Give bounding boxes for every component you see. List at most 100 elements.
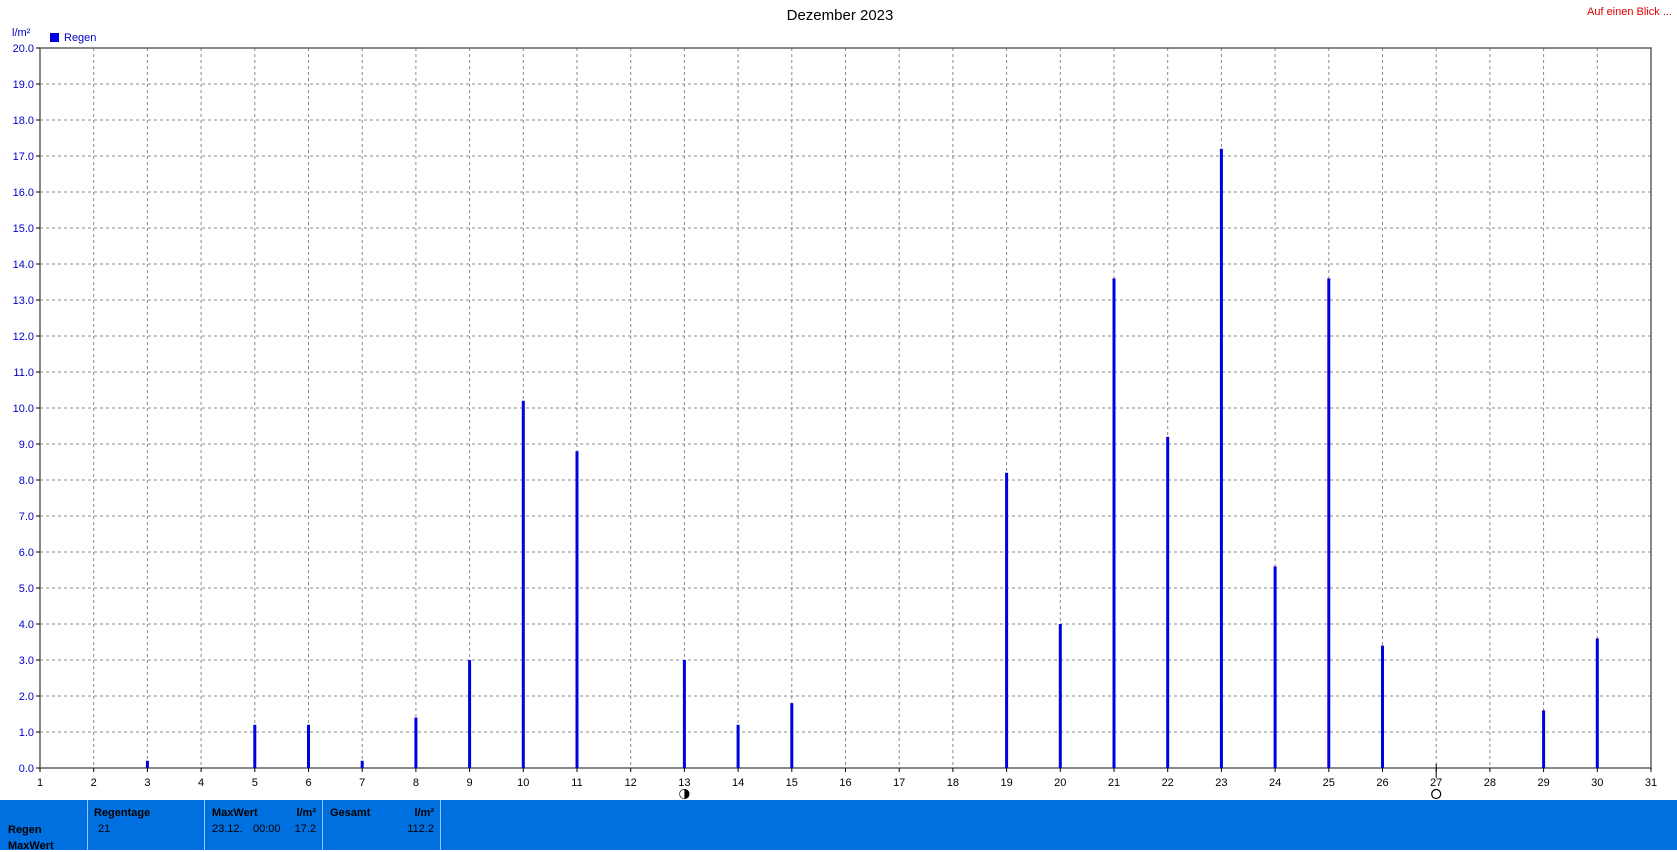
row-labels-cell: Regen MaxWert <box>0 800 88 852</box>
rain-bar-day-9 <box>468 660 472 768</box>
row-label-regen: Regen <box>8 824 42 836</box>
x-tick-label: 17 <box>893 777 905 789</box>
x-tick-label: 12 <box>625 777 637 789</box>
x-tick-label: 5 <box>252 777 258 789</box>
maxwert-cell: MaxWert l/m² 23.12. 00:00 17.2 <box>205 800 323 850</box>
row-label-maxwert: MaxWert <box>8 840 54 852</box>
rain-bar-day-6 <box>307 724 310 768</box>
x-tick-label: 6 <box>305 777 311 789</box>
x-tick-label: 9 <box>467 777 473 789</box>
rain-chart: Dezember 2023 l/m² Regen Auf einen Blick… <box>12 6 1672 800</box>
y-tick-label: 10.0 <box>13 403 34 415</box>
rain-bar-day-23 <box>1219 148 1223 769</box>
x-tick-label: 30 <box>1591 777 1603 789</box>
x-tick-label: 19 <box>1000 777 1012 789</box>
y-tick-label: 2.0 <box>19 691 34 703</box>
x-ticks: 1 2 3 4 5 6 7 8 9 10 11 12 13 14 15 16 17 18 19 20 21 22 23 24 2… <box>37 768 1657 789</box>
rain-bar-day-21 <box>1112 278 1116 768</box>
maxwert-date: 23.12. <box>212 823 243 835</box>
x-tick-label: 1 <box>37 777 43 789</box>
y-tick-label: 11.0 <box>13 367 34 379</box>
x-tick-label: 20 <box>1054 777 1066 789</box>
rain-bar-day-25 <box>1327 278 1331 768</box>
rain-bar-day-22 <box>1166 436 1170 768</box>
stats-panel: Regen MaxWert Regentage 21 MaxWert l/m² … <box>0 800 1677 852</box>
x-tick-label: 7 <box>359 777 365 789</box>
rain-bar-day-15 <box>790 703 794 768</box>
y-tick-label: 17.0 <box>13 151 34 163</box>
y-tick-label: 4.0 <box>19 619 34 631</box>
x-tick-label: 31 <box>1645 777 1657 789</box>
y-tick-label: 3.0 <box>19 655 34 667</box>
x-tick-label: 18 <box>947 777 959 789</box>
y-tick-label: 6.0 <box>19 547 34 559</box>
rain-bar-day-29 <box>1542 710 1546 768</box>
x-tick-label: 3 <box>144 777 150 789</box>
grid-lines <box>40 47 1651 768</box>
y-tick-label: 20.0 <box>13 43 34 55</box>
x-tick-label: 25 <box>1323 777 1335 789</box>
rain-bar-day-19 <box>1005 472 1009 768</box>
rain-bar-day-10 <box>521 400 525 768</box>
rain-bar-day-11 <box>575 451 579 768</box>
x-tick-label: 8 <box>413 777 419 789</box>
rain-bar-day-26 <box>1381 645 1384 768</box>
rain-bar-day-3 <box>145 760 149 768</box>
y-tick-label: 18.0 <box>13 115 34 127</box>
legend-swatch-regen <box>50 33 59 42</box>
chart-title: Dezember 2023 <box>787 7 894 24</box>
maxwert-header: MaxWert <box>212 807 258 819</box>
rain-bar-day-24 <box>1273 566 1277 768</box>
rain-bar-day-5 <box>253 724 257 768</box>
new-moon-icon <box>1431 788 1442 800</box>
regentage-value: 21 <box>98 823 111 835</box>
x-tick-label: 14 <box>732 777 744 789</box>
rain-bar-day-14 <box>736 724 740 768</box>
x-tick-label: 2 <box>91 777 97 789</box>
maxwert-unit: l/m² <box>296 807 316 819</box>
y-tick-label: 0.0 <box>19 763 34 775</box>
y-tick-label: 15.0 <box>13 223 34 235</box>
x-tick-label: 29 <box>1537 777 1549 789</box>
y-tick-label: 7.0 <box>19 511 34 523</box>
x-tick-label: 23 <box>1215 777 1227 789</box>
y-tick-label: 16.0 <box>13 187 34 199</box>
gesamt-unit: l/m² <box>414 807 434 819</box>
gesamt-header: Gesamt <box>330 807 371 819</box>
overview-link[interactable]: Auf einen Blick ... <box>1587 6 1672 18</box>
rain-bar-day-7 <box>360 760 364 768</box>
rain-bar-day-30 <box>1595 638 1599 768</box>
y-tick-label: 9.0 <box>19 439 34 451</box>
maxwert-value: 17.2 <box>294 823 316 835</box>
rain-bar-day-8 <box>414 717 418 768</box>
rain-bar-day-20 <box>1058 624 1062 768</box>
rain-bar-day-13 <box>682 660 686 768</box>
x-tick-label: 11 <box>571 777 582 789</box>
gesamt-cell: Gesamt l/m² 112.2 <box>323 800 441 850</box>
regentage-cell: Regentage 21 <box>88 800 205 850</box>
y-tick-label: 1.0 <box>19 727 34 739</box>
x-tick-label: 27 <box>1430 777 1442 789</box>
y-tick-label: 13.0 <box>13 295 34 307</box>
x-tick-label: 24 <box>1269 777 1281 789</box>
x-tick-label: 4 <box>198 777 204 789</box>
regentage-header: Regentage <box>94 807 151 819</box>
y-tick-label: 19.0 <box>13 79 34 91</box>
x-tick-label: 22 <box>1162 777 1174 789</box>
y-tick-label: 12.0 <box>13 331 34 343</box>
x-tick-label: 10 <box>517 777 529 789</box>
x-tick-label: 28 <box>1484 777 1496 789</box>
legend-label-regen: Regen <box>64 32 96 44</box>
gesamt-value: 112.2 <box>407 823 434 835</box>
y-tick-label: 8.0 <box>19 475 34 487</box>
x-tick-label: 16 <box>839 777 851 789</box>
x-tick-label: 26 <box>1376 777 1388 789</box>
y-tick-label: 14.0 <box>13 259 34 271</box>
y-ticks: 0.0 1.0 2.0 3.0 4.0 5.0 6.0 7.0 8.0 9.0 10.0 11.0 12… <box>13 43 40 775</box>
x-tick-label: 13 <box>678 777 690 789</box>
y-axis-unit: l/m² <box>12 27 31 39</box>
x-tick-label: 15 <box>786 777 798 789</box>
y-tick-label: 5.0 <box>19 583 34 595</box>
x-tick-label: 21 <box>1108 777 1120 789</box>
maxwert-time: 00:00 <box>253 823 281 835</box>
